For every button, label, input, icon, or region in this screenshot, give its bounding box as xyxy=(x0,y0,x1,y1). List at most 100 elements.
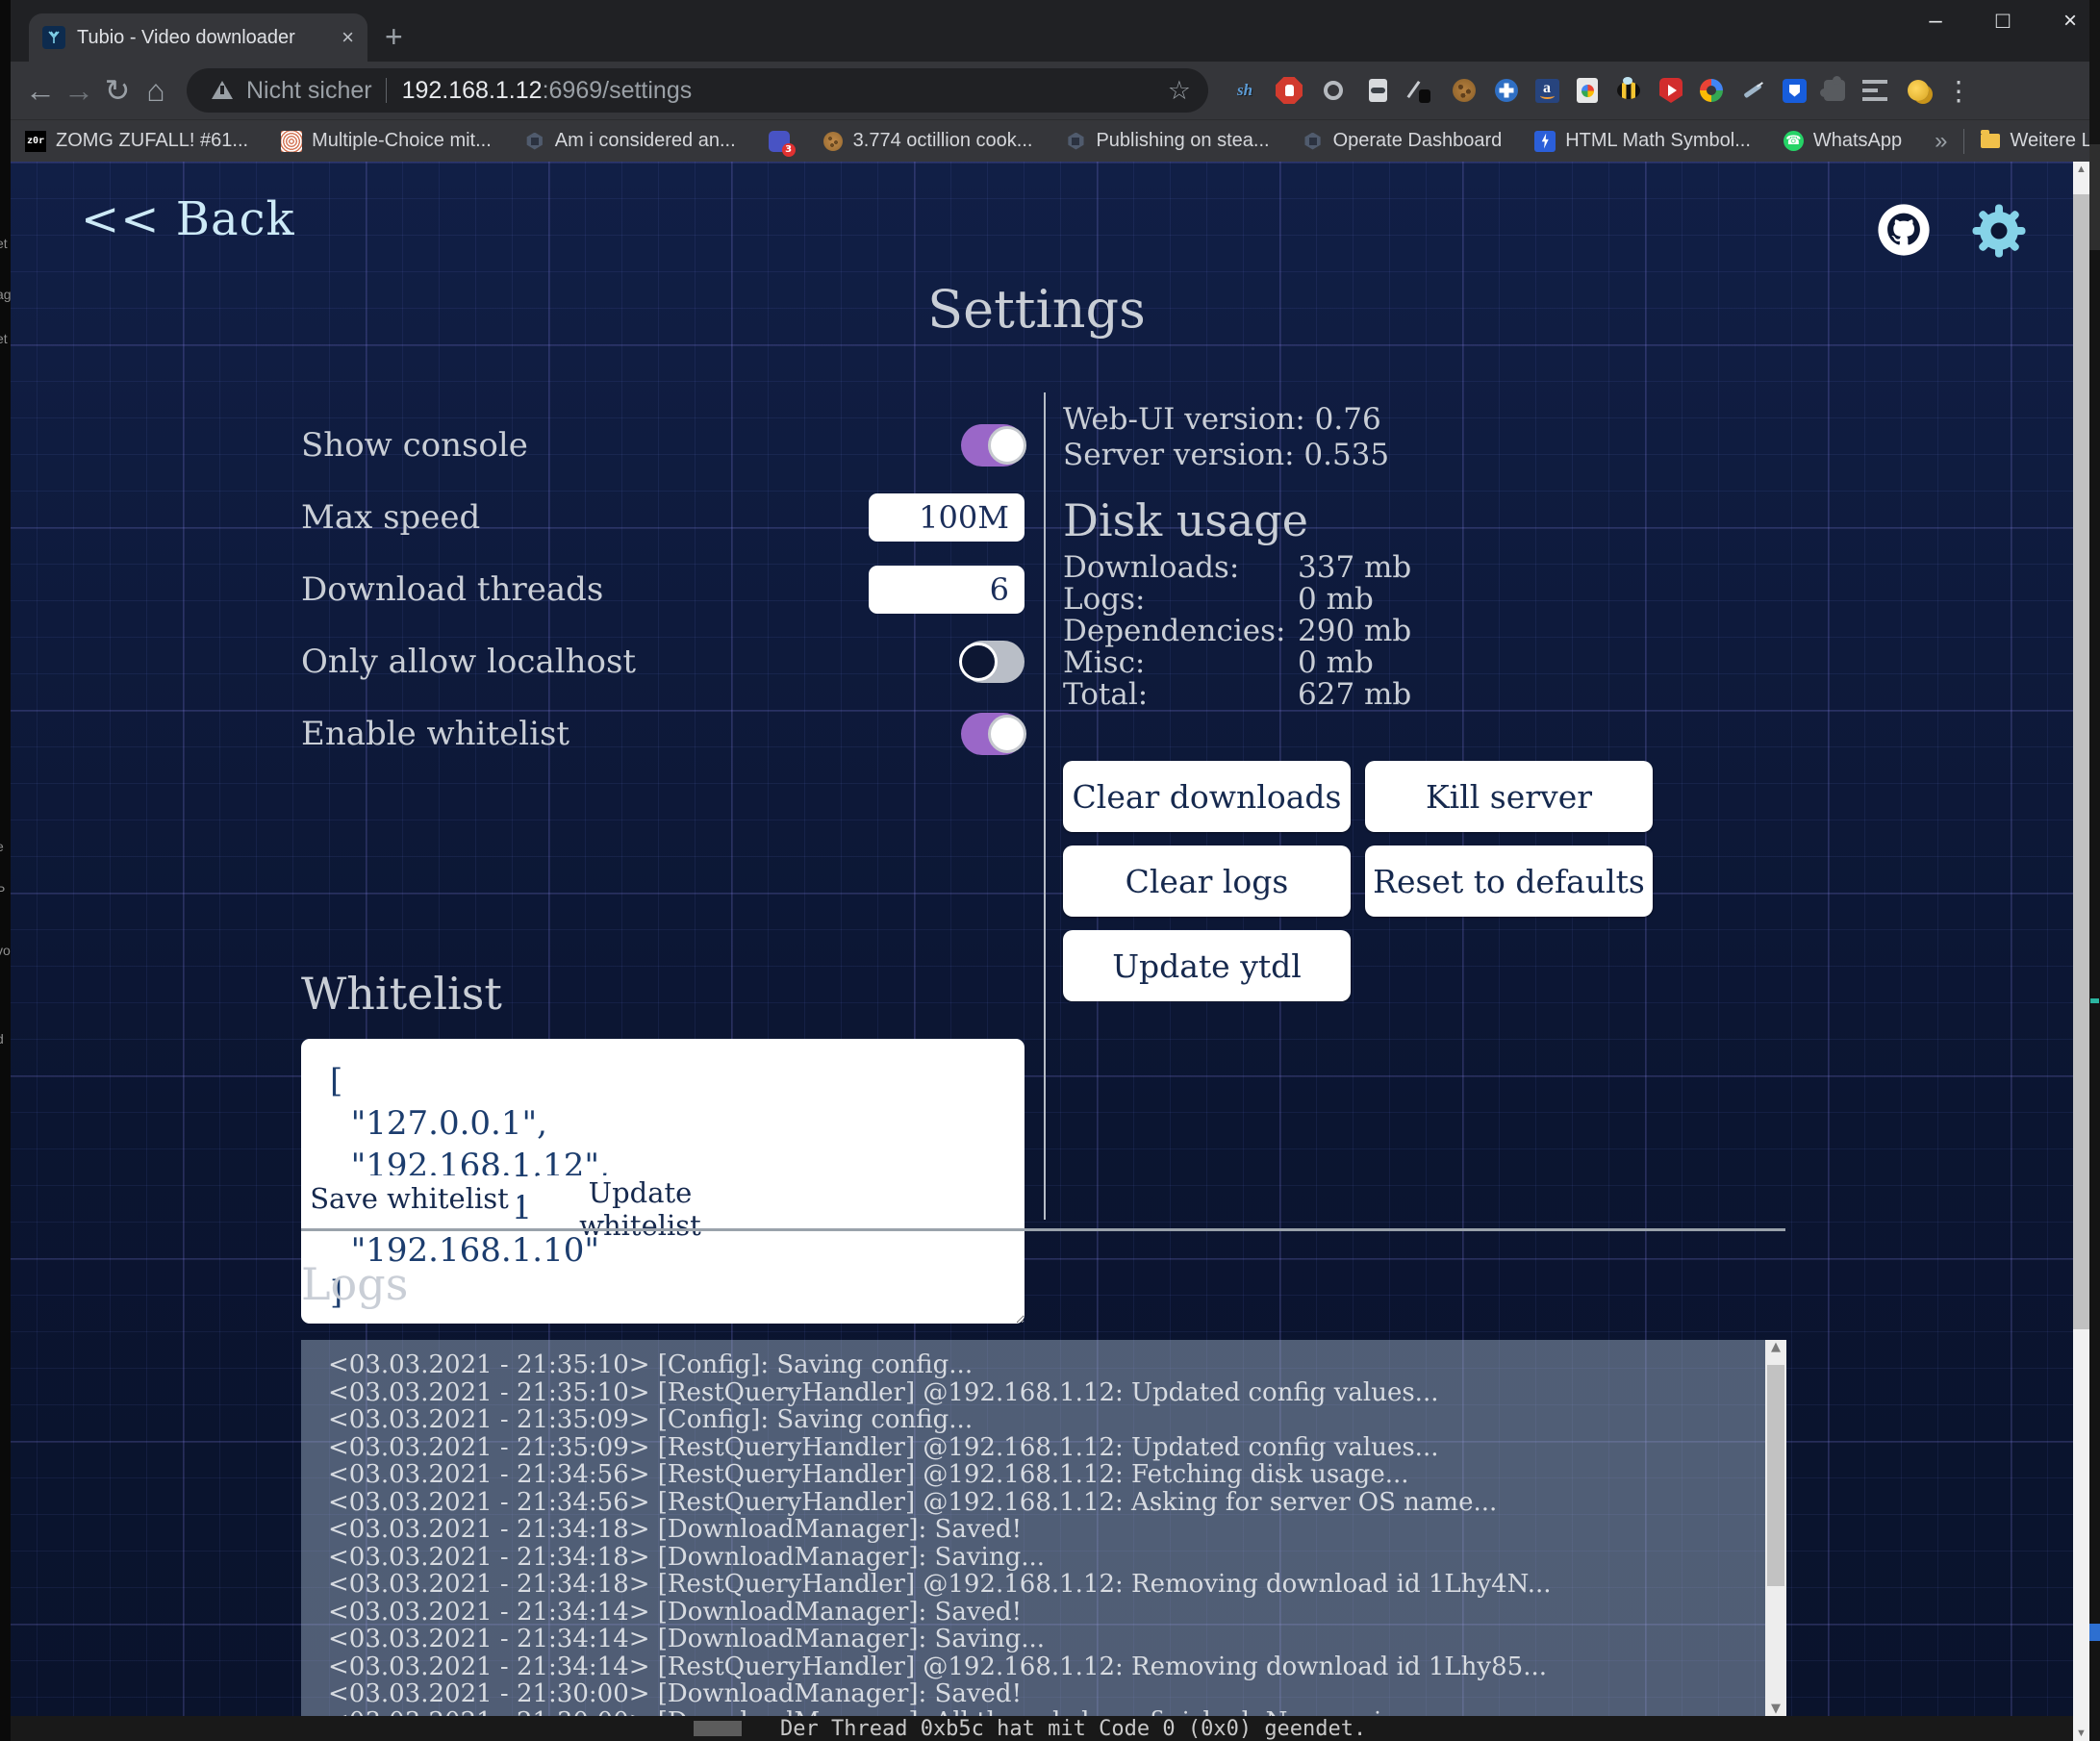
not-secure-warning-icon[interactable] xyxy=(212,81,233,99)
window-close-button[interactable]: × xyxy=(2058,8,2083,35)
pen-extension-icon[interactable] xyxy=(1408,78,1433,103)
log-line: <03.03.2021 - 21:34:14> [DownloadManager… xyxy=(328,1626,1769,1653)
reload-button[interactable]: ↻ xyxy=(98,72,137,109)
window-maximize-button[interactable]: □ xyxy=(1990,8,2015,35)
security-label: Nicht sicher xyxy=(246,77,372,105)
unity-cube-icon xyxy=(1303,131,1324,152)
enable-whitelist-toggle[interactable] xyxy=(961,713,1025,755)
download-threads-row: Download threads xyxy=(301,553,1025,625)
server-version: Server version: 0.535 xyxy=(1063,438,1786,473)
log-line: <03.03.2021 - 21:34:18> [RestQueryHandle… xyxy=(328,1571,1769,1599)
bookmarks-bar: ZOMG ZUFALL! #61... Multiple-Choice mit.… xyxy=(0,119,2100,162)
logs-scrollbar[interactable]: ▲ ▼ xyxy=(1765,1340,1786,1741)
clear-downloads-button[interactable]: Clear downloads xyxy=(1063,761,1351,832)
save-whitelist-button[interactable]: Save whitelist xyxy=(301,1175,518,1221)
browser-tab[interactable]: Tubio - Video downloader × xyxy=(29,13,367,62)
log-line: <03.03.2021 - 21:34:18> [DownloadManager… xyxy=(328,1544,1769,1572)
tab-close-icon[interactable]: × xyxy=(342,25,354,50)
scroll-up-icon[interactable]: ▲ xyxy=(2073,164,2089,175)
bookmark-item[interactable]: ZOMG ZUFALL! #61... xyxy=(25,130,248,152)
bookmark-item[interactable]: Am i considered an... xyxy=(524,130,736,152)
only-localhost-row: Only allow localhost xyxy=(301,625,1025,697)
browser-scroll-thumb[interactable] xyxy=(2073,194,2089,1329)
webui-version: Web-UI version: 0.76 xyxy=(1063,402,1786,438)
scroll-up-icon[interactable]: ▲ xyxy=(1765,1340,1786,1354)
logs-heading: Logs xyxy=(301,1258,408,1310)
browser-scrollbar[interactable]: ▲ ▼ xyxy=(2073,162,2089,1741)
masked-file-extension-icon[interactable] xyxy=(1364,77,1391,104)
google-colors-extension-icon[interactable] xyxy=(1700,79,1723,102)
url-separator xyxy=(386,78,387,103)
max-speed-input[interactable] xyxy=(869,493,1025,542)
browser-toolbar: ← → ↻ ⌂ Nicht sicher 192.168.1.12 :6969/… xyxy=(0,62,2100,119)
show-console-toggle[interactable] xyxy=(961,424,1025,467)
unity-cube-icon xyxy=(1065,131,1086,152)
disk-usage-heading: Disk usage xyxy=(1063,494,1786,546)
update-whitelist-button[interactable]: Update whitelist xyxy=(532,1175,748,1221)
bee-extension-icon[interactable] xyxy=(1615,77,1642,104)
spiral-icon xyxy=(281,131,302,152)
bookmark-item[interactable]: HTML Math Symbol... xyxy=(1534,130,1751,152)
puzzle-extension-icon[interactable] xyxy=(1824,80,1845,101)
cookie-extension-icon[interactable] xyxy=(1451,77,1478,104)
address-bar[interactable]: Nicht sicher 192.168.1.12 :6969/settings… xyxy=(187,68,1208,113)
download-threads-input[interactable] xyxy=(869,566,1025,614)
amazon-assistant-extension-icon[interactable] xyxy=(1535,79,1559,103)
unity-cube-icon xyxy=(524,131,545,152)
medical-cross-extension-icon[interactable] xyxy=(1495,79,1518,102)
coins-extension-icon[interactable] xyxy=(1905,77,1932,104)
reset-to-defaults-button[interactable]: Reset to defaults xyxy=(1365,845,1653,917)
gear-icon[interactable] xyxy=(1970,202,2028,260)
whatsapp-icon: ☎ xyxy=(1784,131,1804,151)
table-row: Dependencies:290 mb xyxy=(1063,616,1786,647)
bookmark-item[interactable]: Publishing on stea... xyxy=(1065,130,1269,152)
window-minimize-button[interactable]: – xyxy=(1923,8,1948,35)
notification-badge: 3 xyxy=(782,143,796,157)
scroll-down-icon[interactable]: ▼ xyxy=(2073,1728,2089,1739)
clear-logs-button[interactable]: Clear logs xyxy=(1063,845,1351,917)
bitwarden-extension-icon[interactable] xyxy=(1783,79,1807,103)
bookmark-item[interactable]: Operate Dashboard xyxy=(1303,130,1503,152)
max-speed-row: Max speed xyxy=(301,481,1025,553)
chrome-folder-extension-icon[interactable] xyxy=(1577,78,1598,103)
bookmark-item[interactable]: 3 xyxy=(769,131,790,152)
log-line: <03.03.2021 - 21:34:18> [DownloadManager… xyxy=(328,1516,1769,1544)
discord-icon: 3 xyxy=(769,131,790,152)
forward-button[interactable]: → xyxy=(60,73,98,109)
table-row: Downloads:337 mb xyxy=(1063,552,1786,584)
syringe-extension-icon[interactable] xyxy=(1740,78,1765,103)
playlist-extension-icon[interactable] xyxy=(1862,80,1887,101)
cookie-icon xyxy=(822,131,844,152)
only-localhost-toggle[interactable] xyxy=(961,641,1025,683)
disk-usage-table: Downloads:337 mb Logs:0 mb Dependencies:… xyxy=(1063,552,1786,711)
browser-menu-icon[interactable]: ⋮ xyxy=(1945,75,1972,107)
bookmark-item[interactable]: 3.774 octillion cook... xyxy=(822,130,1033,152)
ring-extension-icon[interactable] xyxy=(1320,77,1347,104)
bookmark-item[interactable]: ☎ WhatsApp xyxy=(1784,130,1902,152)
bookmarks-overflow-icon[interactable]: » xyxy=(1935,128,1947,155)
update-ytdl-button[interactable]: Update ytdl xyxy=(1063,930,1351,1001)
new-tab-button[interactable]: + xyxy=(385,17,403,56)
bookmark-star-icon[interactable]: ☆ xyxy=(1168,76,1191,106)
logs-panel[interactable]: <03.03.2021 - 21:35:10> [Config]: Saving… xyxy=(301,1340,1786,1741)
other-bookmarks-folder[interactable]: Weitere Lesezeichen xyxy=(1980,130,2100,152)
tubio-settings-page: << Back Settings Show console xyxy=(0,162,2100,1741)
back-button[interactable]: ← xyxy=(21,73,60,109)
back-link[interactable]: << Back xyxy=(81,192,295,246)
stop-hand-extension-icon[interactable] xyxy=(1276,77,1303,104)
bookmark-item[interactable]: Multiple-Choice mit... xyxy=(281,130,492,152)
extensions-row xyxy=(1231,77,1932,104)
page-title: Settings xyxy=(0,279,2073,340)
home-button[interactable]: ⌂ xyxy=(137,73,175,109)
sh-extension-icon[interactable] xyxy=(1231,77,1258,104)
scroll-down-icon[interactable]: ▼ xyxy=(1765,1702,1786,1716)
log-line: <03.03.2021 - 21:35:10> [Config]: Saving… xyxy=(328,1351,1769,1379)
download-threads-label: Download threads xyxy=(301,570,603,609)
github-icon[interactable] xyxy=(1876,202,1932,258)
section-divider xyxy=(301,1228,1785,1231)
shield-play-extension-icon[interactable] xyxy=(1659,78,1683,103)
server-actions: Clear downloads Kill server Clear logs R… xyxy=(1063,761,1653,1001)
kill-server-button[interactable]: Kill server xyxy=(1365,761,1653,832)
logs-scroll-thumb[interactable] xyxy=(1767,1365,1784,1586)
table-row: Logs:0 mb xyxy=(1063,584,1786,616)
